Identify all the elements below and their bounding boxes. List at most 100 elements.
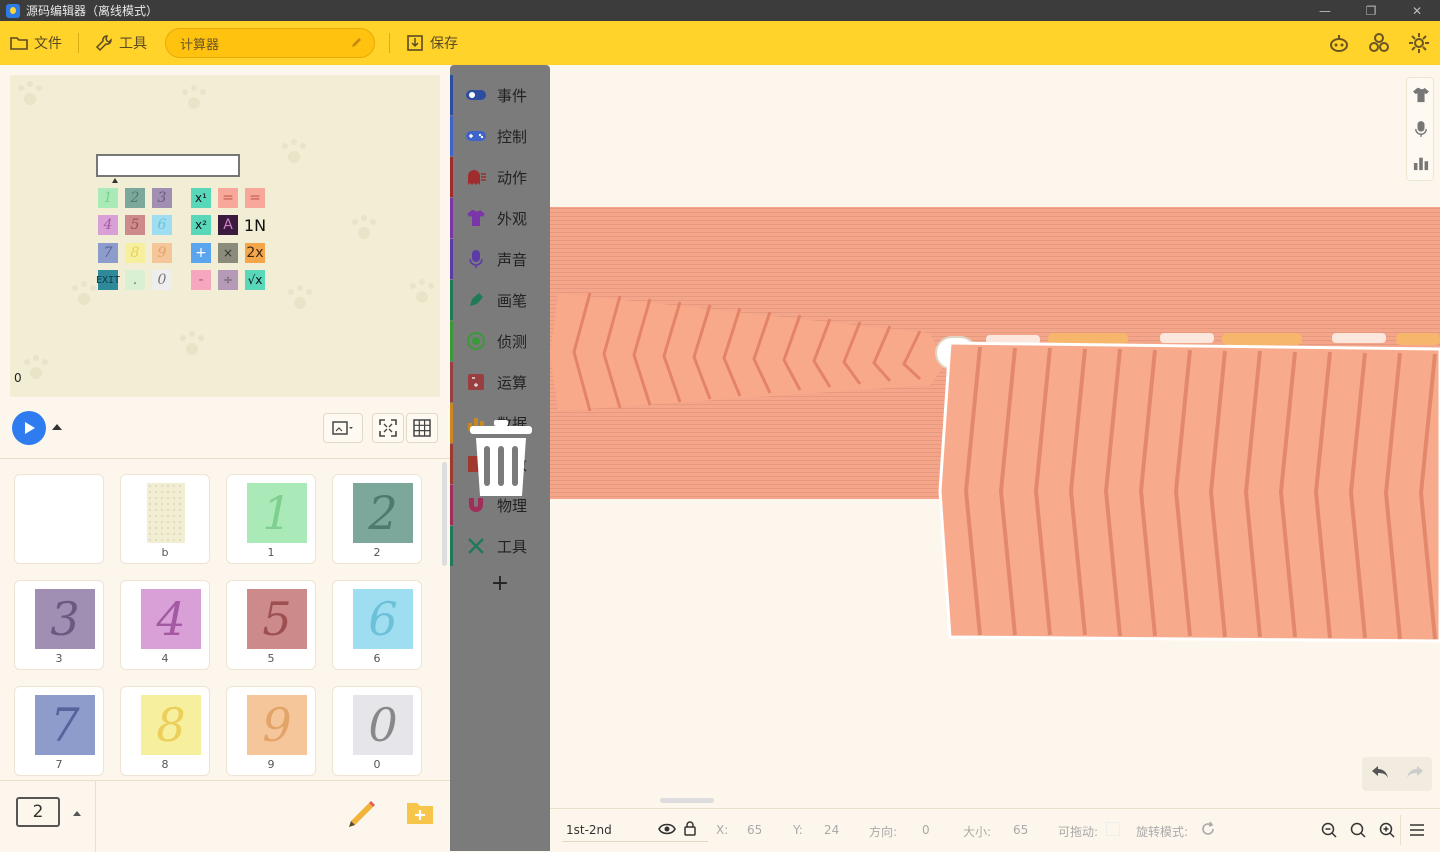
stats-bar-chart-icon[interactable]	[1407, 146, 1435, 180]
window-title: 源码编辑器（离线模式）	[26, 4, 159, 18]
minimize-button[interactable]: —	[1302, 0, 1348, 21]
extensions-icon[interactable]	[1364, 28, 1394, 58]
grid-toggle-button[interactable]	[406, 413, 438, 443]
calc-key-9[interactable]: 9	[152, 243, 172, 263]
sprite-card[interactable]: b	[120, 474, 210, 564]
calc-key-exit[interactable]: EXIT	[96, 270, 120, 290]
run-options-caret-icon[interactable]	[52, 424, 62, 430]
y-value-input[interactable]: 24	[824, 823, 839, 837]
file-menu-button[interactable]: 文件	[0, 28, 72, 58]
category-label: 动作	[497, 168, 528, 187]
close-button[interactable]: ✕	[1394, 0, 1440, 21]
category-motion[interactable]: 动作	[450, 157, 550, 197]
calc-key-power1[interactable]: x¹	[191, 188, 211, 208]
sprite-card[interactable]: 2 2	[332, 474, 422, 564]
zoom-in-icon[interactable]	[1376, 819, 1398, 841]
costume-tshirt-icon[interactable]	[1407, 78, 1435, 112]
calc-key-6[interactable]: 6	[152, 215, 172, 235]
robot-icon[interactable]	[1324, 28, 1354, 58]
calc-key-3[interactable]: 3	[152, 188, 172, 208]
sprite-thumbnail	[147, 483, 185, 543]
calc-key-minus[interactable]: -	[191, 270, 211, 290]
category-sensing[interactable]: 侦测	[450, 321, 550, 361]
run-button[interactable]	[12, 411, 46, 445]
category-control[interactable]: 控制	[450, 116, 550, 156]
sprite-card[interactable]: 1 1	[226, 474, 316, 564]
fullscreen-button[interactable]	[372, 413, 404, 443]
undo-icon[interactable]	[1370, 764, 1390, 784]
scene-selector[interactable]: 2	[16, 797, 60, 827]
add-from-folder-button[interactable]	[404, 798, 436, 828]
x-value-input[interactable]: 65	[747, 823, 762, 837]
calc-key-multiply[interactable]: ×	[218, 243, 238, 263]
zoom-out-icon[interactable]	[1318, 819, 1340, 841]
size-value-input[interactable]: 65	[1013, 823, 1028, 837]
restore-button[interactable]: ❐	[1348, 0, 1394, 21]
stage-canvas[interactable]: 1 2 3 x¹ = = 4 5 6 x² A 1N 7 8 9 + × 2x …	[10, 75, 440, 397]
dragging-block-stack[interactable]	[550, 65, 1440, 808]
calc-key-sqrt[interactable]: √x	[245, 270, 265, 290]
sprite-card[interactable]: 9 9	[226, 686, 316, 776]
category-looks[interactable]: 外观	[450, 198, 550, 238]
direction-value-input[interactable]: 0	[922, 823, 930, 837]
calc-key-4[interactable]: 4	[98, 215, 118, 235]
rotate-icon[interactable]	[1200, 821, 1216, 840]
sprite-card[interactable]: 7 7	[14, 686, 104, 776]
calc-key-1n[interactable]: 1N	[243, 215, 267, 235]
zoom-reset-icon[interactable]	[1347, 819, 1369, 841]
undo-redo-group	[1362, 757, 1432, 791]
project-name-field[interactable]: 计算器	[165, 28, 375, 58]
visibility-eye-icon[interactable]	[658, 822, 676, 839]
calc-key-plus[interactable]: +	[191, 243, 211, 263]
paint-brush-button[interactable]	[345, 797, 377, 829]
calc-key-7[interactable]: 7	[98, 243, 118, 263]
grid-icon	[413, 419, 431, 437]
menu-hamburger-icon[interactable]	[1406, 819, 1428, 841]
sprite-list-scrollbar[interactable]	[442, 462, 447, 566]
calc-key-8[interactable]: 8	[125, 243, 145, 263]
calculator-display	[96, 154, 240, 177]
scene-caret-icon[interactable]	[73, 811, 81, 816]
category-sound[interactable]: 声音	[450, 239, 550, 279]
rotation-mode-label: 旋转模式:	[1136, 825, 1189, 839]
sprite-card[interactable]: 3 3	[14, 580, 104, 670]
calc-key-decimal[interactable]: .	[125, 270, 145, 290]
category-events[interactable]: 事件	[450, 75, 550, 115]
trash-can-icon[interactable]	[470, 420, 532, 496]
save-button[interactable]: 保存	[396, 28, 468, 58]
calc-key-a[interactable]: A	[218, 215, 238, 235]
calc-key-square[interactable]: x²	[191, 215, 211, 235]
tools-menu-button[interactable]: 工具	[85, 28, 157, 58]
settings-gear-icon[interactable]	[1404, 28, 1434, 58]
draggable-checkbox[interactable]	[1106, 822, 1120, 836]
calc-key-1[interactable]: 1	[98, 188, 118, 208]
sprite-thumbnail: 3	[35, 589, 95, 649]
calc-key-double[interactable]: 2x	[245, 243, 265, 263]
lock-icon[interactable]	[684, 821, 696, 839]
stage-size-button[interactable]	[323, 413, 363, 443]
calc-key-divide[interactable]: ÷	[218, 270, 238, 290]
calc-key-0[interactable]: 0	[152, 270, 172, 290]
sprite-card[interactable]: 5 5	[226, 580, 316, 670]
sprite-card[interactable]	[14, 474, 104, 564]
sprite-card[interactable]: 6 6	[332, 580, 422, 670]
calc-key-equals-alt[interactable]: =	[245, 188, 265, 208]
sprite-card[interactable]: 4 4	[120, 580, 210, 670]
category-pen[interactable]: 画笔	[450, 280, 550, 320]
category-operators[interactable]: 运算	[450, 362, 550, 402]
calc-key-2[interactable]: 2	[125, 188, 145, 208]
sprite-card[interactable]: 8 8	[120, 686, 210, 776]
category-tools[interactable]: 工具	[450, 526, 550, 566]
code-workspace[interactable]	[550, 65, 1440, 808]
redo-icon[interactable]	[1405, 764, 1425, 784]
add-extension-button[interactable]: +	[450, 571, 550, 601]
workspace-horizontal-scrollbar[interactable]	[660, 798, 714, 803]
calc-key-equals[interactable]: =	[218, 188, 238, 208]
paw-print-decoration	[178, 331, 206, 359]
calc-key-5[interactable]: 5	[125, 215, 145, 235]
category-label: 控制	[497, 127, 528, 146]
sprite-name: 3	[55, 652, 63, 665]
sprite-card[interactable]: 0 0	[332, 686, 422, 776]
sound-microphone-icon[interactable]	[1407, 112, 1435, 146]
sprite-thumbnail: 1	[247, 483, 307, 543]
